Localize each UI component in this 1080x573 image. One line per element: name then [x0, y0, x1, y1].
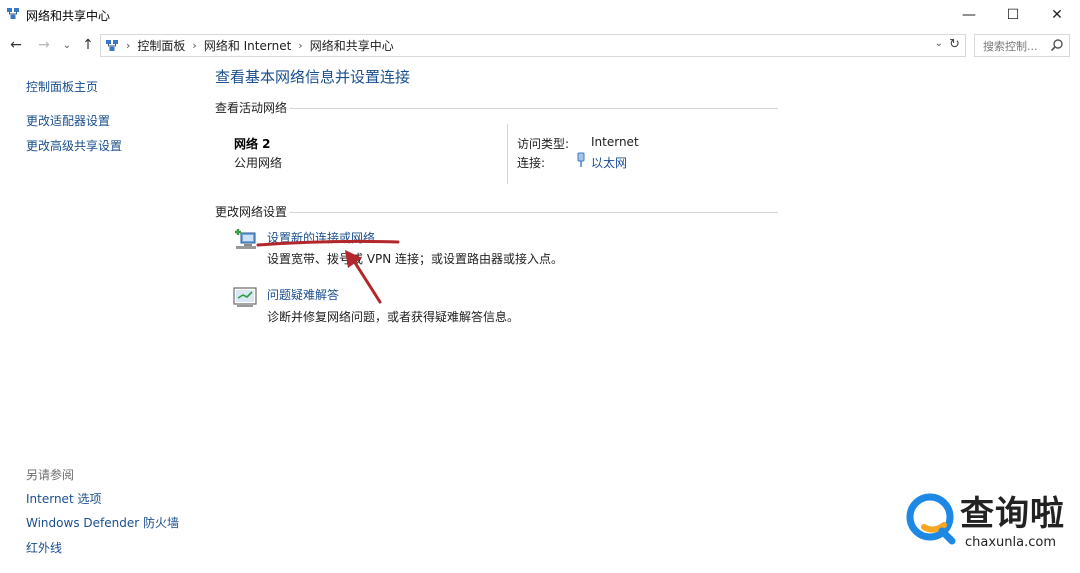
- breadcrumb-separator: ›: [298, 39, 303, 52]
- ethernet-icon: [577, 152, 585, 167]
- address-bar[interactable]: › 控制面板 › 网络和 Internet › 网络和共享中心 ⌄ ↻: [100, 34, 966, 57]
- navigation-bar: ← → ⌄ ↑ › 控制面板 › 网络和 Internet › 网络和共享中心 …: [0, 32, 1080, 58]
- back-arrow-icon[interactable]: ←: [6, 35, 26, 55]
- windows-defender-firewall-link[interactable]: Windows Defender 防火墙: [26, 514, 179, 531]
- divider: [290, 212, 778, 213]
- title-bar: 网络和共享中心 — ☐ ✕: [0, 0, 1080, 30]
- setup-new-connection-link[interactable]: 设置新的连接或网络: [267, 229, 375, 246]
- watermark-url: chaxunla.com: [965, 535, 1056, 550]
- minimize-icon: —: [962, 7, 976, 23]
- network-category[interactable]: 公用网络: [234, 154, 282, 171]
- network-center-icon: [7, 8, 19, 19]
- close-icon: ✕: [1051, 7, 1063, 23]
- setup-new-connection-description: 设置宽带、拨号或 VPN 连接；或设置路由器或接入点。: [267, 252, 564, 266]
- search-icon: [1050, 39, 1063, 52]
- troubleshoot-icon: [233, 287, 257, 307]
- change-network-settings-heading: 更改网络设置: [215, 205, 288, 219]
- internet-options-link[interactable]: Internet 选项: [26, 490, 101, 507]
- up-arrow-icon[interactable]: ↑: [78, 35, 98, 55]
- address-dropdown-chevron-icon[interactable]: ⌄: [935, 38, 943, 49]
- network-name: 网络 2: [234, 137, 271, 151]
- change-advanced-sharing-link[interactable]: 更改高级共享设置: [26, 137, 122, 154]
- divider: [290, 108, 778, 109]
- see-also-heading: 另请参阅: [26, 468, 75, 482]
- breadcrumb: › 控制面板 › 网络和 Internet › 网络和共享中心: [119, 37, 394, 54]
- breadcrumb-control-panel[interactable]: 控制面板: [137, 37, 185, 54]
- breadcrumb-separator: ›: [192, 39, 197, 52]
- forward-arrow-icon[interactable]: →: [34, 35, 54, 55]
- minimize-button[interactable]: —: [946, 0, 992, 30]
- breadcrumb-network-sharing-center[interactable]: 网络和共享中心: [310, 37, 394, 54]
- access-type-label: 访问类型:: [517, 137, 570, 151]
- maximize-button[interactable]: ☐: [990, 0, 1036, 30]
- watermark-text: 查询啦: [960, 494, 1065, 534]
- active-networks-heading: 查看活动网络: [215, 101, 288, 115]
- control-panel-home-link[interactable]: 控制面板主页: [26, 78, 98, 95]
- connection-label: 连接:: [517, 156, 546, 170]
- troubleshoot-problems-link[interactable]: 问题疑难解答: [267, 286, 339, 303]
- infrared-link[interactable]: 红外线: [26, 539, 62, 556]
- close-button[interactable]: ✕: [1034, 0, 1080, 30]
- recent-locations-chevron-icon[interactable]: ⌄: [60, 35, 74, 55]
- ethernet-link[interactable]: 以太网: [591, 154, 627, 171]
- breadcrumb-network-internet[interactable]: 网络和 Internet: [204, 37, 291, 54]
- troubleshoot-problems-description: 诊断并修复网络问题，或者获得疑难解答信息。: [267, 310, 520, 324]
- window-title: 网络和共享中心: [26, 9, 111, 23]
- search-placeholder: 搜索控制...: [983, 39, 1038, 53]
- access-type-value: Internet: [591, 135, 639, 149]
- new-connection-icon: [235, 229, 256, 249]
- search-input[interactable]: 搜索控制...: [974, 34, 1070, 57]
- refresh-icon[interactable]: ↻: [949, 37, 960, 52]
- divider: [507, 124, 508, 184]
- page-title: 查看基本网络信息并设置连接: [215, 68, 411, 86]
- change-adapter-settings-link[interactable]: 更改适配器设置: [26, 112, 110, 129]
- breadcrumb-separator: ›: [126, 39, 131, 52]
- control-panel-icon: [106, 39, 118, 51]
- maximize-icon: ☐: [1006, 7, 1020, 23]
